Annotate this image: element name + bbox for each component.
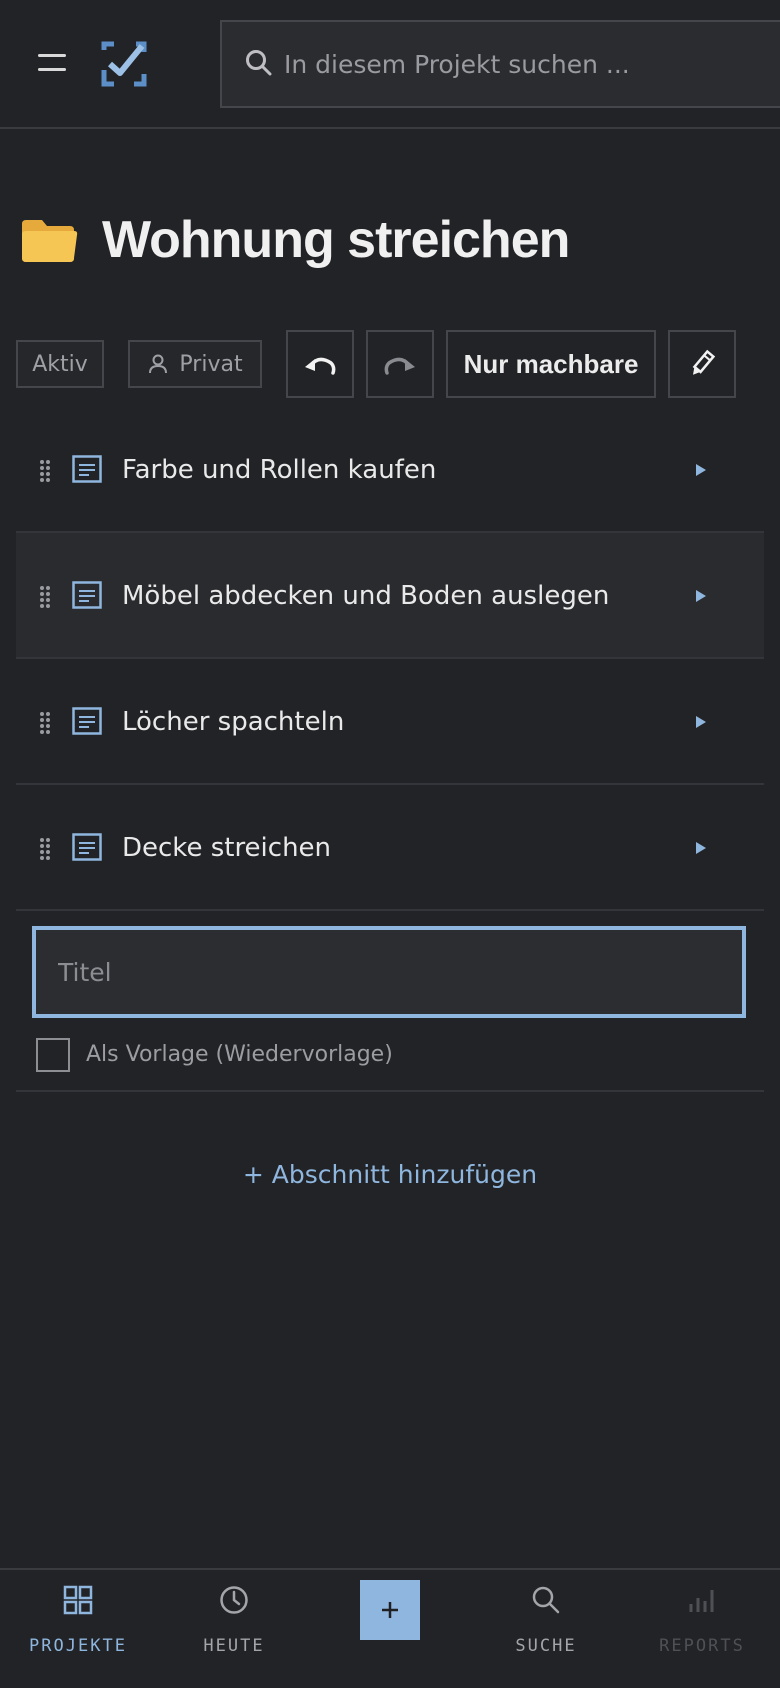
- new-task-form: Als Vorlage (Wiedervorlage): [16, 910, 764, 1092]
- menu-icon[interactable]: [38, 54, 66, 74]
- note-icon: [72, 833, 102, 861]
- search-icon: [246, 50, 272, 76]
- chevron-right-icon[interactable]: [694, 588, 708, 604]
- pencil-icon: [692, 349, 716, 375]
- nav-search[interactable]: SUCHE: [468, 1570, 624, 1688]
- task-row[interactable]: Möbel abdecken und Boden auslegen: [16, 533, 764, 659]
- drag-handle-icon[interactable]: [38, 459, 52, 483]
- template-checkbox-label: Als Vorlage (Wiedervorlage): [86, 1042, 393, 1067]
- chevron-right-icon[interactable]: [694, 462, 708, 478]
- search-input[interactable]: [284, 36, 764, 92]
- task-row[interactable]: Decke streichen: [16, 785, 764, 911]
- drag-handle-icon[interactable]: [38, 711, 52, 735]
- page-title: Wohnung streichen: [102, 211, 570, 269]
- chevron-right-icon[interactable]: [694, 714, 708, 730]
- status-chip[interactable]: Aktiv: [16, 340, 104, 388]
- chevron-right-icon[interactable]: [694, 840, 708, 856]
- task-label: Löcher spachteln: [122, 707, 345, 737]
- task-row[interactable]: Farbe und Rollen kaufen: [16, 407, 764, 533]
- status-chip-label: Aktiv: [32, 351, 88, 377]
- top-bar: [0, 0, 780, 129]
- undo-button[interactable]: [286, 330, 354, 398]
- redo-button[interactable]: [366, 330, 434, 398]
- feasible-filter-label: Nur machbare: [463, 348, 639, 379]
- task-title-input[interactable]: [32, 926, 746, 1018]
- undo-icon: [305, 357, 336, 375]
- task-label: Decke streichen: [122, 833, 332, 863]
- nav-projects[interactable]: PROJEKTE: [0, 1570, 156, 1688]
- task-list: Farbe und Rollen kaufen Möbel abdecken u…: [16, 407, 764, 911]
- bottom-nav: PROJEKTE HEUTE SUCHE REPORTS: [0, 1568, 780, 1688]
- nav-today-label: HEUTE: [203, 1636, 265, 1656]
- template-checkbox[interactable]: [36, 1038, 70, 1072]
- nav-search-label: SUCHE: [515, 1636, 577, 1656]
- note-icon: [72, 581, 102, 609]
- drag-handle-icon[interactable]: [38, 585, 52, 609]
- feasible-filter-button[interactable]: Nur machbare: [446, 330, 656, 398]
- task-label: Möbel abdecken und Boden auslegen: [122, 581, 610, 611]
- edit-button[interactable]: [668, 330, 736, 398]
- note-icon: [72, 707, 102, 735]
- redo-icon: [384, 357, 415, 375]
- search-icon: [532, 1586, 560, 1614]
- nav-projects-label: PROJEKTE: [29, 1636, 127, 1656]
- grid-icon: [63, 1585, 93, 1615]
- nav-reports-label: REPORTS: [659, 1636, 745, 1656]
- note-icon: [72, 455, 102, 483]
- task-label: Farbe und Rollen kaufen: [122, 455, 437, 485]
- person-icon: [149, 354, 168, 374]
- drag-handle-icon[interactable]: [38, 837, 52, 861]
- add-section-link[interactable]: + Abschnitt hinzufügen: [0, 1160, 780, 1189]
- add-button[interactable]: [360, 1580, 420, 1640]
- plus-icon: [382, 1602, 398, 1618]
- visibility-chip[interactable]: Privat: [128, 340, 262, 388]
- bar-chart-icon: [689, 1590, 714, 1612]
- project-toolbar: Aktiv Privat Nur machbare: [16, 330, 776, 398]
- nav-reports[interactable]: REPORTS: [624, 1570, 780, 1688]
- nav-today[interactable]: HEUTE: [156, 1570, 312, 1688]
- search-box[interactable]: [220, 20, 780, 108]
- clock-icon: [220, 1586, 248, 1614]
- visibility-chip-label: Privat: [179, 351, 243, 377]
- app-logo-icon: [101, 41, 147, 87]
- task-row[interactable]: Löcher spachteln: [16, 659, 764, 785]
- project-header: Wohnung streichen: [20, 205, 570, 275]
- folder-icon: [22, 220, 78, 262]
